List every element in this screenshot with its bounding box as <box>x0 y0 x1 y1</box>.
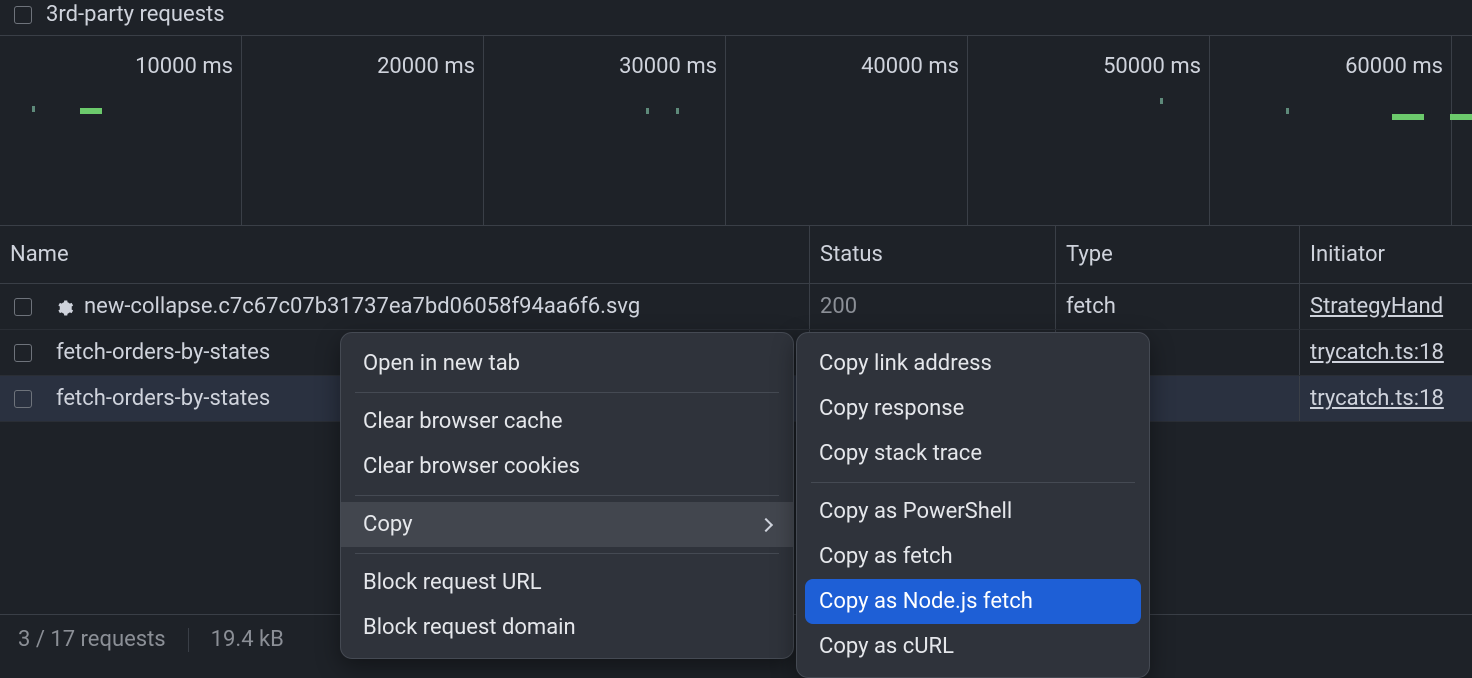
timeline-bar <box>1392 114 1424 120</box>
menu-separator <box>355 495 779 496</box>
timeline-bar <box>80 108 102 114</box>
submenu-copy-stack-trace[interactable]: Copy stack trace <box>797 431 1149 476</box>
timeline-tick-label: 20000 ms <box>377 54 475 79</box>
submenu-copy-response[interactable]: Copy response <box>797 386 1149 431</box>
row-checkbox[interactable] <box>14 298 32 316</box>
chevron-right-icon <box>759 517 773 531</box>
submenu-copy-as-curl[interactable]: Copy as cURL <box>797 624 1149 669</box>
status-transfer-size: 19.4 kB <box>211 627 284 652</box>
request-type: fetch <box>1056 284 1300 329</box>
submenu-copy-as-fetch[interactable]: Copy as fetch <box>797 534 1149 579</box>
menu-clear-cookies[interactable]: Clear browser cookies <box>341 444 793 489</box>
request-initiator[interactable]: trycatch.ts:18 <box>1300 376 1472 421</box>
timeline-tick-label: 10000 ms <box>135 54 233 79</box>
timeline-marker <box>646 108 649 114</box>
gear-icon <box>56 298 74 316</box>
menu-clear-cache[interactable]: Clear browser cache <box>341 399 793 444</box>
submenu-copy-as-node-fetch[interactable]: Copy as Node.js fetch <box>805 579 1141 624</box>
timeline-marker <box>676 108 679 114</box>
timeline[interactable]: 10000 ms 20000 ms 30000 ms 40000 ms 5000… <box>0 36 1472 226</box>
row-checkbox[interactable] <box>14 344 32 362</box>
submenu-copy-as-powershell[interactable]: Copy as PowerShell <box>797 489 1149 534</box>
timeline-tick-label: 60000 ms <box>1345 54 1443 79</box>
timeline-tick-label: 30000 ms <box>619 54 717 79</box>
timeline-marker <box>1160 98 1163 104</box>
column-header-initiator[interactable]: Initiator <box>1300 226 1472 283</box>
copy-submenu: Copy link address Copy response Copy sta… <box>796 332 1150 678</box>
timeline-tick-label: 50000 ms <box>1103 54 1201 79</box>
timeline-tick-label: 40000 ms <box>861 54 959 79</box>
request-name: new-collapse.c7c67c07b31737ea7bd06058f94… <box>84 294 640 319</box>
menu-copy[interactable]: Copy <box>341 502 793 547</box>
row-checkbox[interactable] <box>14 390 32 408</box>
menu-copy-label: Copy <box>363 512 413 537</box>
filter-bar: 3rd-party requests <box>0 0 1472 36</box>
column-header-type[interactable]: Type <box>1056 226 1300 283</box>
menu-separator <box>811 482 1135 483</box>
request-initiator[interactable]: StrategyHand <box>1300 284 1472 329</box>
submenu-copy-link-address[interactable]: Copy link address <box>797 341 1149 386</box>
request-name: fetch-orders-by-states <box>56 340 270 365</box>
menu-block-domain[interactable]: Block request domain <box>341 605 793 650</box>
column-header-name[interactable]: Name <box>0 226 810 283</box>
column-header-status[interactable]: Status <box>810 226 1056 283</box>
network-table-header: Name Status Type Initiator <box>0 226 1472 284</box>
menu-block-url[interactable]: Block request URL <box>341 560 793 605</box>
timeline-bar <box>1450 114 1472 120</box>
timeline-marker <box>32 106 35 112</box>
menu-separator <box>355 553 779 554</box>
third-party-checkbox[interactable] <box>14 6 32 24</box>
menu-open-new-tab[interactable]: Open in new tab <box>341 341 793 386</box>
third-party-label: 3rd-party requests <box>46 2 225 27</box>
status-separator <box>188 628 189 652</box>
context-menu: Open in new tab Clear browser cache Clea… <box>340 332 794 659</box>
timeline-marker <box>1286 108 1289 114</box>
network-row[interactable]: new-collapse.c7c67c07b31737ea7bd06058f94… <box>0 284 1472 330</box>
request-status: 200 <box>810 284 1056 329</box>
request-initiator[interactable]: trycatch.ts:18 <box>1300 330 1472 375</box>
request-name: fetch-orders-by-states <box>56 386 270 411</box>
status-requests-count: 3 / 17 requests <box>18 627 166 652</box>
menu-separator <box>355 392 779 393</box>
